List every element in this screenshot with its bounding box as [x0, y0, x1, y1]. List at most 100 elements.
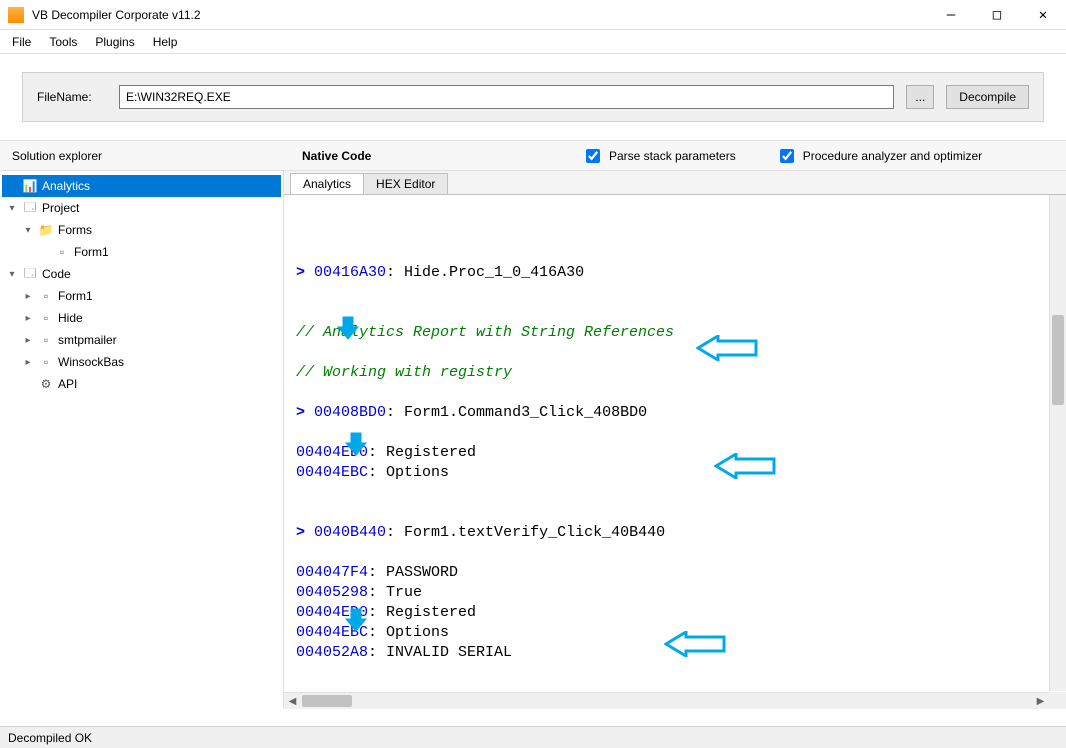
solution-explorer-tree[interactable]: ▸ 📊 Analytics ▾ 🗔 Project ▾ 📁 Forms ▸ ▫ …	[0, 171, 284, 709]
code-line[interactable]	[296, 383, 1054, 403]
close-button[interactable]: ✕	[1020, 0, 1066, 29]
code-address: 004047F4	[296, 564, 368, 581]
vertical-scrollbar[interactable]	[1049, 195, 1066, 691]
code-line[interactable]: 00405298: True	[296, 583, 1054, 603]
expander-icon[interactable]: ▸	[22, 335, 34, 346]
menu-help[interactable]: Help	[145, 33, 186, 51]
code-line[interactable]: 004047F4: PASSWORD	[296, 563, 1054, 583]
code-icon: 🗔	[22, 264, 38, 285]
code-address: 0040B440	[314, 524, 386, 541]
native-code-label: Native Code	[302, 149, 582, 163]
tab-analytics[interactable]: Analytics	[290, 173, 364, 194]
code-line[interactable]	[296, 343, 1054, 363]
code-line[interactable]: // Working with registry	[296, 363, 1054, 383]
code-line[interactable]: // Analytics Report with String Referenc…	[296, 323, 1054, 343]
analyzer-checkbox[interactable]	[780, 149, 794, 163]
scroll-left-icon[interactable]: ◀	[284, 693, 301, 710]
code-address: 00404ED0	[296, 444, 368, 461]
scroll-right-icon[interactable]: ▶	[1032, 693, 1049, 710]
scrollbar-thumb[interactable]	[302, 695, 352, 707]
code-separator: :	[368, 444, 386, 461]
code-area[interactable]: > 00416A30: Hide.Proc_1_0_416A30 // Anal…	[284, 195, 1066, 709]
code-prefix: >	[296, 264, 314, 281]
tree-label: Analytics	[42, 179, 90, 193]
filename-input[interactable]	[119, 85, 894, 109]
browse-button[interactable]: ...	[906, 85, 934, 109]
code-line[interactable]	[296, 483, 1054, 503]
horizontal-scrollbar[interactable]: ◀ ▶	[284, 692, 1049, 709]
tree-node-smtpmailer[interactable]: ▸ ▫ smtpmailer	[2, 329, 281, 351]
code-line[interactable]: 00404ED0: Registered	[296, 603, 1054, 623]
menu-tools[interactable]: Tools	[41, 33, 85, 51]
maximize-button[interactable]: □	[974, 0, 1020, 29]
content-area: Analytics HEX Editor > 00416A30: Hide.Pr…	[284, 171, 1066, 709]
status-text: Decompiled OK	[8, 731, 92, 745]
folder-icon: 📁	[38, 223, 54, 237]
code-line[interactable]	[296, 663, 1054, 683]
code-address: 00404EBC	[296, 624, 368, 641]
tree-node-api[interactable]: ▸ ⚙ API	[2, 373, 281, 395]
code-line[interactable]	[296, 283, 1054, 303]
statusbar: Decompiled OK	[0, 726, 1066, 748]
module-icon: ▫	[38, 311, 54, 325]
expander-icon[interactable]: ▾	[22, 225, 34, 236]
expander-icon[interactable]: ▸	[22, 357, 34, 368]
tab-hex-editor[interactable]: HEX Editor	[363, 173, 448, 194]
menu-file[interactable]: File	[4, 33, 39, 51]
code-line[interactable]	[296, 303, 1054, 323]
code-line[interactable]: 004052A8: INVALID SERIAL	[296, 643, 1054, 663]
code-text: Options	[386, 624, 449, 641]
code-address: 00405298	[296, 584, 368, 601]
parse-stack-checkbox[interactable]	[586, 149, 600, 163]
code-line[interactable]: 00404ED0: Registered	[296, 443, 1054, 463]
code-line[interactable]: > 00408BD0: Form1.Command3_Click_408BD0	[296, 403, 1054, 423]
tree-node-forms[interactable]: ▾ 📁 Forms	[2, 219, 281, 241]
tree-node-code[interactable]: ▾ 🗔 Code	[2, 263, 281, 285]
tree-node-code-form1[interactable]: ▸ ▫ Form1	[2, 285, 281, 307]
tree-node-hide[interactable]: ▸ ▫ Hide	[2, 307, 281, 329]
api-icon: ⚙	[38, 377, 54, 391]
tabs: Analytics HEX Editor	[284, 171, 1066, 195]
parse-stack-checkbox-wrap[interactable]: Parse stack parameters	[582, 146, 736, 166]
tree-label: Forms	[58, 223, 92, 237]
tree-label: Project	[42, 201, 79, 215]
analytics-icon: 📊	[22, 179, 38, 193]
module-icon: ▫	[38, 289, 54, 303]
tree-node-winsockbas[interactable]: ▸ ▫ WinsockBas	[2, 351, 281, 373]
expander-icon[interactable]: ▾	[6, 269, 18, 280]
code-line[interactable]: 00404EBC: Options	[296, 463, 1054, 483]
code-address: 00408BD0	[314, 404, 386, 421]
code-separator: :	[368, 624, 386, 641]
scrollbar-thumb[interactable]	[1052, 315, 1064, 405]
code-line[interactable]	[296, 503, 1054, 523]
tree-node-form1[interactable]: ▸ ▫ Form1	[2, 241, 281, 263]
code-text: Registered	[386, 444, 476, 461]
code-separator: :	[368, 564, 386, 581]
decompile-button[interactable]: Decompile	[946, 85, 1029, 109]
code-separator: :	[368, 644, 386, 661]
menu-plugins[interactable]: Plugins	[87, 33, 142, 51]
code-line[interactable]	[296, 423, 1054, 443]
code-address: 00416A30	[314, 264, 386, 281]
solution-explorer-label: Solution explorer	[12, 149, 302, 163]
code-address: 00404ED0	[296, 604, 368, 621]
code-separator: :	[386, 524, 404, 541]
header-row: Solution explorer Native Code Parse stac…	[0, 141, 1066, 171]
code-line[interactable]: > 00416A30: Hide.Proc_1_0_416A30	[296, 263, 1054, 283]
window-title: VB Decompiler Corporate v11.2	[32, 8, 928, 22]
tree-label: smtpmailer	[58, 333, 117, 347]
expander-icon[interactable]: ▸	[22, 291, 34, 302]
code-separator: :	[386, 264, 404, 281]
menubar: File Tools Plugins Help	[0, 30, 1066, 54]
expander-icon[interactable]: ▸	[22, 313, 34, 324]
tree-node-project[interactable]: ▾ 🗔 Project	[2, 197, 281, 219]
expander-icon[interactable]: ▾	[6, 203, 18, 214]
code-line[interactable]: > 0040B440: Form1.textVerify_Click_40B44…	[296, 523, 1054, 543]
code-line[interactable]	[296, 543, 1054, 563]
analyzer-checkbox-wrap[interactable]: Procedure analyzer and optimizer	[776, 146, 982, 166]
tree-node-analytics[interactable]: ▸ 📊 Analytics	[2, 175, 281, 197]
code-line[interactable]: 00404EBC: Options	[296, 623, 1054, 643]
code-prefix: >	[296, 404, 314, 421]
minimize-button[interactable]: —	[928, 0, 974, 29]
scroll-corner	[1049, 692, 1066, 709]
